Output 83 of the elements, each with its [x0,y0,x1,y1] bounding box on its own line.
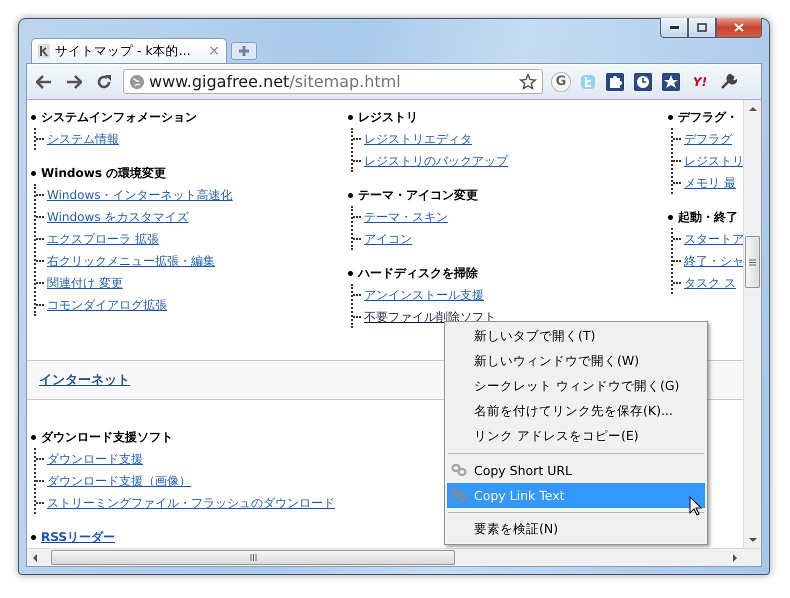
close-icon [734,23,744,32]
google-button[interactable]: G [551,72,571,92]
reload-icon[interactable] [96,74,112,90]
page-link[interactable]: 右クリックメニュー拡張・編集 [47,252,215,270]
page-link[interactable]: 関連付け 変更 [47,274,123,292]
minimize-button[interactable] [660,18,688,38]
bullet-icon [31,170,36,176]
bullet-icon [348,192,353,198]
page-link[interactable]: メモリ 最 [684,174,736,192]
page-link[interactable]: レジストリ [684,152,743,170]
page-link[interactable]: ダウンロード支援（画像） [47,472,191,490]
url-text: www.gigafree.net/sitemap.html [149,72,402,91]
section-heading: テーマ・アイコン変更 [358,186,478,204]
section-heading: デフラグ・ [678,108,738,126]
browser-tab[interactable]: サイトマップ - k本的... × [31,38,227,63]
maximize-icon [697,23,707,32]
page-link[interactable]: ダウンロード支援 [47,450,143,468]
page-link[interactable]: デフラグ [684,130,732,148]
scroll-left-icon[interactable] [31,554,39,562]
scroll-right-icon[interactable] [731,554,739,562]
menu-item[interactable]: 新しいウィンドウで開く(W) [447,349,705,374]
scroll-up-icon[interactable] [748,105,756,113]
chain-icon [451,463,467,477]
page-link[interactable]: ストリーミングファイル・フラッシュのダウンロード [47,494,335,512]
bullet-icon [31,534,36,540]
page-link[interactable]: テーマ・スキン [364,208,448,226]
new-tab-button[interactable] [231,42,257,60]
section-heading: ダウンロード支援ソフト [41,428,173,446]
page-link[interactable]: アイコン [364,230,412,248]
bullet-icon [348,270,353,276]
menu-item[interactable]: 要素を検証(N) [447,517,705,542]
globe-icon [129,74,145,90]
page-link[interactable]: アンインストール支援 [364,286,484,304]
menu-item[interactable]: 名前を付けてリンク先を保存(K)... [447,399,705,424]
page-link[interactable]: タスク ス [684,274,736,292]
bullet-icon [31,114,36,120]
page-link[interactable]: Windows をカスタマイズ [47,208,188,226]
menu-item[interactable]: シークレット ウィンドウで開く(G) [447,374,705,399]
tab-title: サイトマップ - k本的... [55,42,192,60]
page-link[interactable]: レジストリエディタ [364,130,472,148]
page-link[interactable]: エクスプローラ 拡張 [47,230,159,248]
menu-item[interactable]: リンク アドレスをコピー(E) [447,424,705,449]
page-link[interactable]: Windows・インターネット高速化 [47,186,233,204]
category-link[interactable]: インターネット [39,371,130,389]
section-link[interactable]: RSSリーダー [41,528,115,546]
section-heading: Windows の環境変更 [41,164,166,182]
puzzle-icon[interactable] [605,72,625,92]
section-heading: システムインフォメーション [41,108,197,126]
page-link[interactable]: システム情報 [47,130,119,148]
menu-item[interactable]: Copy Short URL [447,458,705,483]
yahoo-button[interactable]: Y! [689,70,711,92]
tab-close-button[interactable]: × [208,43,220,59]
maximize-button[interactable] [688,18,716,38]
page-link[interactable]: 終了・シャ [684,252,743,270]
bullet-icon [348,114,353,120]
page-link[interactable]: スタートア [684,230,743,248]
scroll-down-icon[interactable] [748,536,756,544]
section-heading: レジストリ [358,108,418,126]
bullet-icon [668,214,673,220]
section-heading: ハードディスクを掃除 [358,264,478,282]
bullet-icon [668,114,673,120]
horizontal-scrollbar[interactable] [27,548,761,566]
mouse-pointer-icon [689,496,702,516]
section-heading: 起動・終了 [678,208,738,226]
vertical-scrollbar[interactable] [743,100,761,548]
scroll-thumb[interactable] [51,550,455,565]
minimize-icon [670,26,678,29]
menu-item[interactable]: 新しいタブで開く(T) [447,324,705,349]
menu-item[interactable]: Copy Link Text [447,483,705,508]
page-link[interactable]: コモンダイアログ拡張 [47,296,167,314]
chain-icon [451,488,467,502]
clock-icon[interactable] [633,72,653,92]
scroll-thumb[interactable] [745,236,760,288]
forward-icon[interactable] [66,74,82,88]
address-bar[interactable]: www.gigafree.net/sitemap.html [123,69,543,94]
bookmark-star-icon[interactable] [519,72,537,90]
back-icon[interactable] [36,74,52,88]
bullet-icon [31,434,36,440]
favicon-icon [38,44,50,58]
wrench-icon[interactable] [719,72,737,90]
page-link[interactable]: レジストリのバックアップ [364,152,508,170]
close-button[interactable] [716,18,762,38]
plus-icon [238,45,250,57]
